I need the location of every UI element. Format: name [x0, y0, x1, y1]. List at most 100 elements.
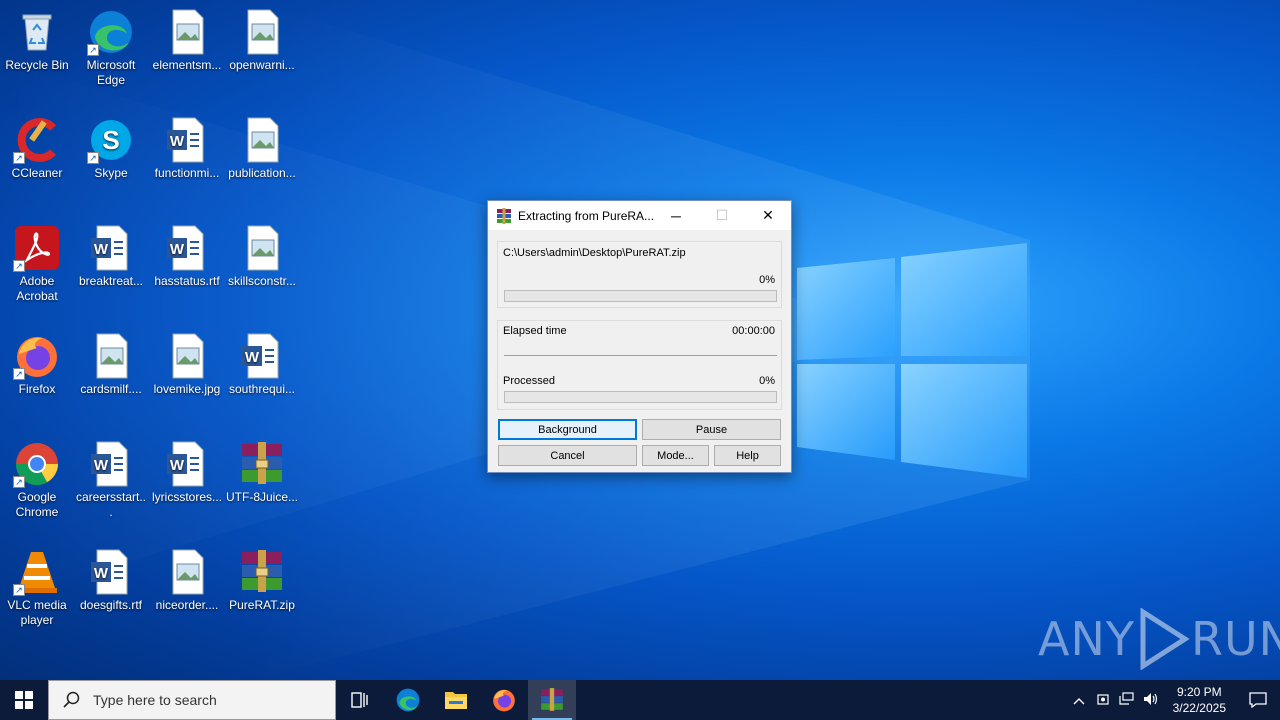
- volume-icon[interactable]: [1139, 692, 1163, 709]
- desktop-icon-microsoft-edge[interactable]: ↗ Microsoft Edge: [74, 8, 148, 88]
- anyrun-watermark: ANY RUN: [1038, 608, 1280, 670]
- acrobat-icon: ↗: [13, 224, 61, 272]
- skype-icon: S ↗: [87, 116, 135, 164]
- firefox-icon: ↗: [13, 332, 61, 380]
- taskbar-search-box[interactable]: Type here to search: [48, 680, 336, 720]
- desktop-icon-adobe-acrobat[interactable]: ↗ Adobe Acrobat: [0, 224, 74, 304]
- desktop-icon-skype[interactable]: S ↗ Skype: [74, 116, 148, 181]
- vlc-icon: ↗: [13, 548, 61, 596]
- notification-center-button[interactable]: [1236, 692, 1280, 708]
- winrar-icon: [238, 548, 286, 596]
- svg-text:W: W: [94, 241, 109, 258]
- file-percent: 0%: [759, 274, 775, 286]
- shortcut-arrow-icon: ↗: [87, 44, 99, 56]
- folder-icon: [445, 692, 467, 709]
- task-view-button[interactable]: [336, 680, 384, 720]
- system-tray: 9:20 PM 3/22/2025: [1067, 680, 1280, 720]
- taskbar-file-explorer[interactable]: [432, 680, 480, 720]
- taskbar-clock[interactable]: 9:20 PM 3/22/2025: [1163, 684, 1236, 716]
- desktop-icon-lovemike[interactable]: lovemike.jpg: [150, 332, 224, 397]
- shortcut-arrow-icon: ↗: [13, 476, 25, 488]
- close-button[interactable]: ✕: [745, 201, 791, 230]
- image-file-icon: [163, 332, 211, 380]
- desktop-icon-skillsconstr[interactable]: skillsconstr...: [225, 224, 299, 289]
- taskbar: Type here to search 9:20 PM 3/22/2025: [0, 680, 1280, 720]
- chevron-up-icon[interactable]: [1067, 693, 1091, 708]
- minimize-button[interactable]: ─: [653, 201, 699, 230]
- word-file-icon: W: [238, 332, 286, 380]
- desktop-icon-elementsm[interactable]: elementsm...: [150, 8, 224, 73]
- image-file-icon: [238, 224, 286, 272]
- file-progress-group: C:\Users\admin\Desktop\PureRAT.zip 0%: [497, 241, 782, 308]
- winrar-icon: [541, 688, 563, 711]
- desktop-icon-purerat-zip[interactable]: PureRAT.zip: [225, 548, 299, 613]
- desktop-icon-lyricsstores[interactable]: W lyricsstores...: [150, 440, 224, 505]
- shortcut-arrow-icon: ↗: [13, 152, 25, 164]
- dialog-titlebar[interactable]: Extracting from PureRA... ─ ☐ ✕: [488, 201, 791, 230]
- processed-percent: 0%: [759, 375, 775, 387]
- security-icon[interactable]: [1091, 692, 1115, 709]
- svg-text:W: W: [170, 133, 185, 150]
- taskbar-winrar[interactable]: [528, 680, 576, 720]
- archive-path: C:\Users\admin\Desktop\PureRAT.zip: [503, 247, 686, 259]
- clock-time: 9:20 PM: [1176, 685, 1222, 699]
- desktop-icon-recycle-bin[interactable]: Recycle Bin: [0, 8, 74, 73]
- file-progress-bar: [504, 290, 777, 302]
- extraction-dialog: Extracting from PureRA... ─ ☐ ✕ C:\Users…: [487, 200, 792, 473]
- desktop-icon-cardsmilf[interactable]: cardsmilf....: [74, 332, 148, 397]
- desktop-icon-firefox[interactable]: ↗ Firefox: [0, 332, 74, 397]
- desktop-icon-niceorder[interactable]: niceorder....: [150, 548, 224, 613]
- word-file-icon: W: [87, 224, 135, 272]
- svg-text:W: W: [170, 457, 185, 474]
- processed-label: Processed: [503, 375, 555, 387]
- desktop-icon-utf8juice[interactable]: UTF-8Juice...: [225, 440, 299, 505]
- winrar-icon: [238, 440, 286, 488]
- taskbar-edge[interactable]: [384, 680, 432, 720]
- dialog-title: Extracting from PureRA...: [518, 208, 653, 223]
- word-file-icon: W: [163, 116, 211, 164]
- shortcut-arrow-icon: ↗: [13, 584, 25, 596]
- image-file-icon: [238, 116, 286, 164]
- separator: [504, 355, 777, 356]
- word-file-icon: W: [87, 440, 135, 488]
- svg-text:W: W: [245, 349, 260, 366]
- cancel-button[interactable]: Cancel: [498, 445, 637, 466]
- image-file-icon: [87, 332, 135, 380]
- ccleaner-icon: ↗: [13, 116, 61, 164]
- shortcut-arrow-icon: ↗: [87, 152, 99, 164]
- desktop-icon-breaktreat[interactable]: W breaktreat...: [74, 224, 148, 289]
- svg-text:W: W: [94, 565, 109, 582]
- svg-text:S: S: [102, 125, 119, 155]
- svg-text:W: W: [94, 457, 109, 474]
- edge-icon: ↗: [87, 8, 135, 56]
- background-button[interactable]: Background: [498, 419, 637, 440]
- recycle-bin-icon: [13, 8, 61, 56]
- desktop-icon-ccleaner[interactable]: ↗ CCleaner: [0, 116, 74, 181]
- elapsed-label: Elapsed time: [503, 325, 567, 337]
- mode-button[interactable]: Mode...: [642, 445, 709, 466]
- desktop-icon-publication[interactable]: publication...: [225, 116, 299, 181]
- total-progress-group: Elapsed time 00:00:00 Processed 0%: [497, 320, 782, 410]
- search-placeholder: Type here to search: [93, 692, 217, 708]
- desktop-icon-google-chrome[interactable]: ↗ Google Chrome: [0, 440, 74, 520]
- start-button[interactable]: [0, 680, 48, 720]
- desktop-icon-hasstatus[interactable]: W hasstatus.rtf: [150, 224, 224, 289]
- elapsed-value: 00:00:00: [732, 325, 775, 337]
- word-file-icon: W: [163, 440, 211, 488]
- desktop-icon-doesgifts[interactable]: W doesgifts.rtf: [74, 548, 148, 613]
- image-file-icon: [238, 8, 286, 56]
- desktop-icon-openwarni[interactable]: openwarni...: [225, 8, 299, 73]
- task-view-icon: [351, 692, 368, 708]
- network-icon[interactable]: [1115, 691, 1139, 709]
- pause-button[interactable]: Pause: [642, 419, 781, 440]
- desktop-icon-vlc[interactable]: ↗ VLC media player: [0, 548, 74, 628]
- desktop-icon-functionmi[interactable]: W functionmi...: [150, 116, 224, 181]
- clock-date: 3/22/2025: [1172, 701, 1226, 715]
- shortcut-arrow-icon: ↗: [13, 260, 25, 272]
- desktop-icon-careersstart[interactable]: W careersstart...: [74, 440, 148, 520]
- help-button[interactable]: Help: [714, 445, 781, 466]
- processed-progress-bar: [504, 391, 777, 403]
- taskbar-firefox[interactable]: [480, 680, 528, 720]
- winrar-icon: [497, 207, 511, 224]
- desktop-icon-southrequi[interactable]: W southrequi...: [225, 332, 299, 397]
